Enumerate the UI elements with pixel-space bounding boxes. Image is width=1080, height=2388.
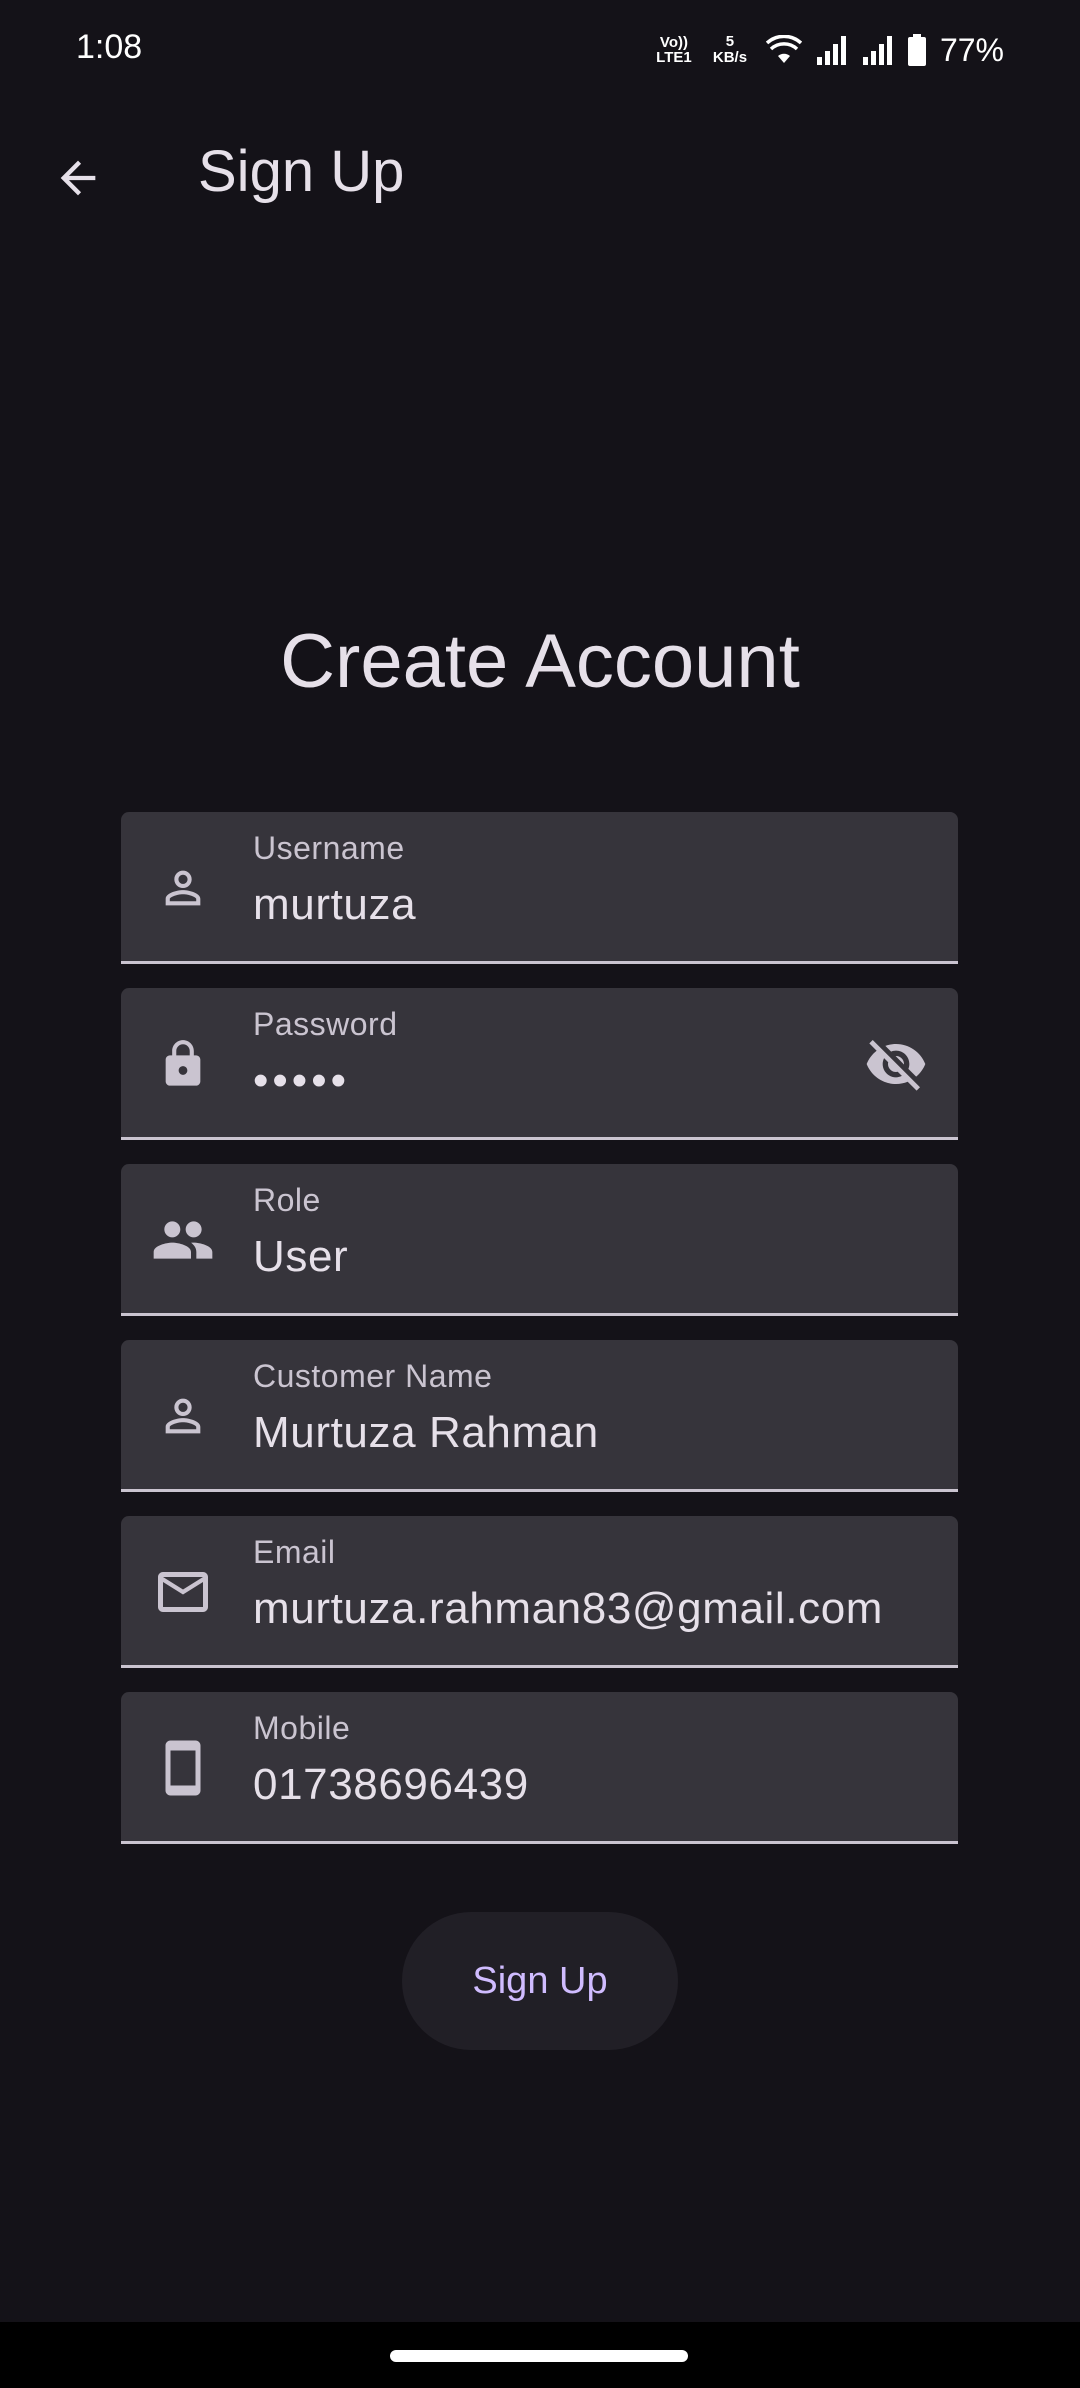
battery-percentage: 77% — [939, 31, 1004, 68]
customer-name-label: Customer Name — [253, 1358, 493, 1394]
network-speed: 5 KB/s — [708, 34, 752, 66]
group-icon — [151, 1208, 215, 1272]
status-icons: Vo)) LTE1 5 KB/s 77% — [654, 28, 1004, 72]
password-field[interactable]: Password ••••• — [121, 988, 958, 1140]
signal-icon-2 — [862, 35, 894, 65]
person-outline-icon — [151, 856, 215, 920]
network-speed-unit: KB/s — [712, 49, 748, 66]
home-indicator[interactable] — [390, 2350, 688, 2362]
page-title: Create Account — [280, 619, 800, 704]
visibility-off-icon[interactable] — [864, 1032, 928, 1096]
role-field[interactable]: Role User — [121, 1164, 958, 1316]
battery-icon — [907, 34, 926, 66]
role-label: Role — [253, 1182, 321, 1218]
status-time: 1:08 — [76, 28, 143, 66]
wifi-icon — [765, 35, 802, 65]
navigation-bar — [0, 2322, 1080, 2388]
username-input[interactable]: murtuza — [253, 880, 933, 930]
app-bar-title: Sign Up — [198, 139, 405, 204]
mobile-input[interactable]: 01738696439 — [253, 1760, 933, 1810]
volte-label: Vo)) — [659, 34, 688, 51]
smartphone-icon — [151, 1736, 215, 1800]
customer-name-input[interactable]: Murtuza Rahman — [253, 1408, 933, 1458]
mobile-field[interactable]: Mobile 01738696439 — [121, 1692, 958, 1844]
network-speed-value: 5 — [725, 33, 735, 50]
sign-up-button[interactable]: Sign Up — [402, 1912, 678, 2050]
app-bar: Sign Up — [0, 110, 1080, 240]
lock-icon — [151, 1032, 215, 1096]
back-button[interactable] — [40, 142, 116, 218]
email-input[interactable]: murtuza.rahman83@gmail.com — [253, 1584, 933, 1634]
status-bar: 1:08 Vo)) LTE1 5 KB/s 77% — [0, 0, 1080, 100]
password-input[interactable]: ••••• — [253, 1056, 933, 1106]
email-label: Email — [253, 1534, 336, 1570]
role-input[interactable]: User — [253, 1232, 933, 1282]
username-field[interactable]: Username murtuza — [121, 812, 958, 964]
mobile-label: Mobile — [253, 1710, 351, 1746]
password-label: Password — [253, 1006, 398, 1042]
person-outline-icon — [151, 1384, 215, 1448]
volte-indicator: Vo)) LTE1 — [654, 35, 694, 65]
email-field[interactable]: Email murtuza.rahman83@gmail.com — [121, 1516, 958, 1668]
lte-label: LTE1 — [656, 49, 692, 66]
mail-outline-icon — [151, 1560, 215, 1624]
signal-icon — [816, 35, 848, 65]
username-label: Username — [253, 830, 405, 866]
arrow-back-icon — [52, 152, 104, 209]
customer-name-field[interactable]: Customer Name Murtuza Rahman — [121, 1340, 958, 1492]
